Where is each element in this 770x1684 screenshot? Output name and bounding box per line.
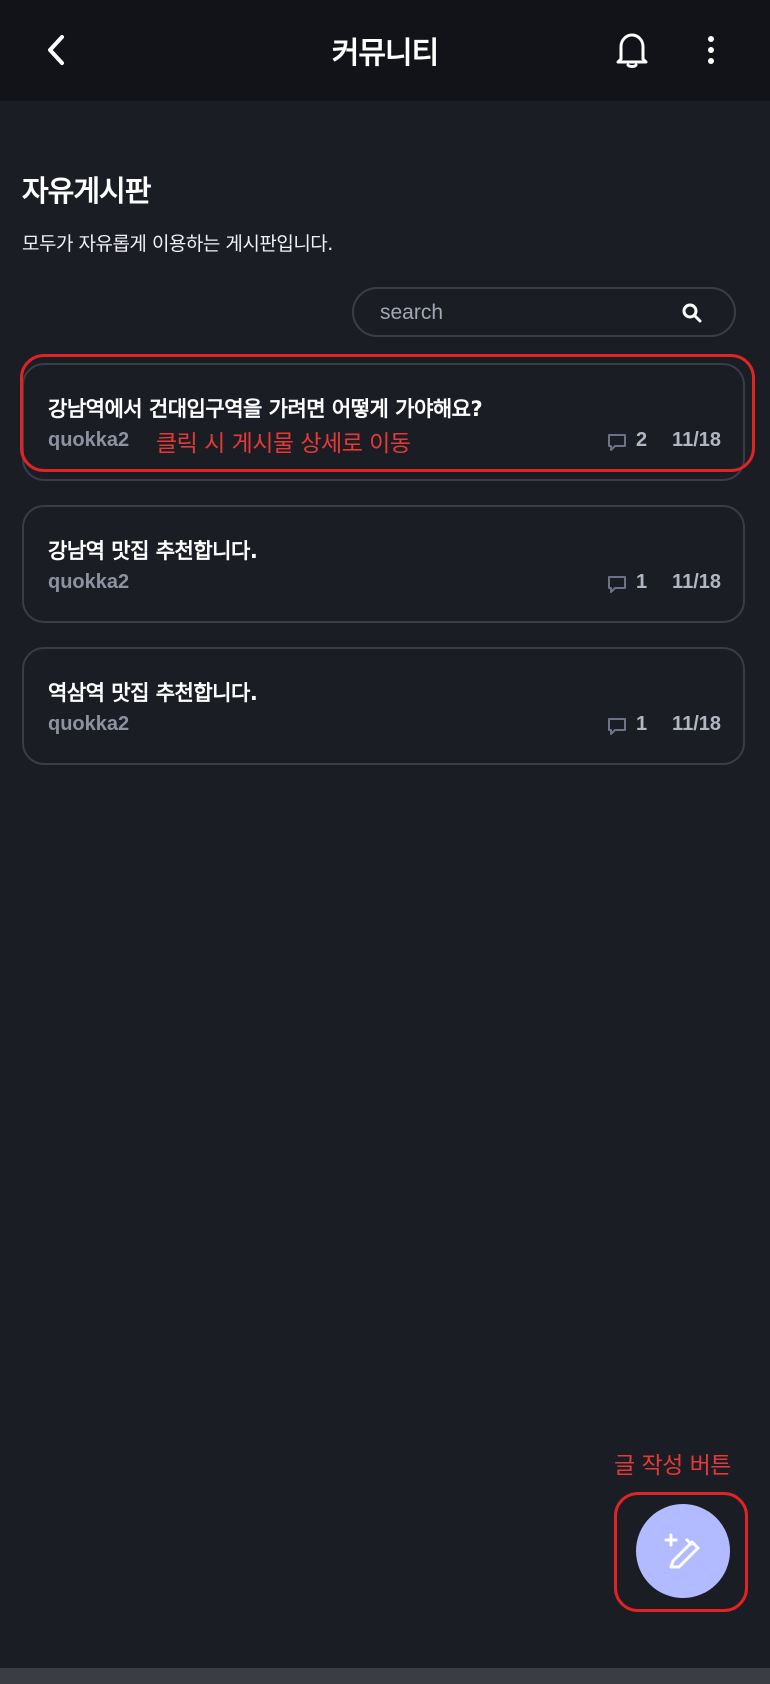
post-item[interactable]: 강남역 맛집 추천합니다. quokka2 1 11/18 [22,505,745,623]
comment-icon [608,576,626,593]
notifications-button[interactable] [612,28,652,72]
post-item[interactable]: 역삼역 맛집 추천합니다. quokka2 1 11/18 [22,647,745,765]
magic-pen-icon [664,1533,700,1569]
bottom-edge [0,1668,770,1684]
search-icon[interactable] [680,301,704,325]
post-author: quokka2 [48,713,130,735]
top-app-bar: 커뮤니티 [0,0,770,101]
page-title: 커뮤니티 [331,36,439,71]
post-comment-count: 2 [636,429,648,451]
write-post-button[interactable] [636,1504,730,1598]
board-title: 자유게시판 [22,174,151,208]
more-options-button[interactable] [696,28,726,72]
post-author: quokka2 [48,571,130,593]
post-comment-count: 1 [636,571,648,593]
annotation-post-click: 클릭 시 게시물 상세로 이동 [156,431,411,457]
search-bar [352,287,736,337]
post-title: 강남역 맛집 추천합니다. [48,539,258,563]
board-description: 모두가 자유롭게 이용하는 게시판입니다. [22,233,333,255]
post-date: 11/18 [672,713,721,735]
post-comment-count: 1 [636,713,648,735]
search-input[interactable] [378,289,682,337]
post-title: 역삼역 맛집 추천합니다. [48,681,258,705]
post-title: 강남역에서 건대입구역을 가려면 어떻게 가야해요? [48,397,483,421]
post-author: quokka2 [48,429,130,451]
post-item[interactable]: 강남역에서 건대입구역을 가려면 어떻게 가야해요? quokka2 2 11/… [22,363,745,481]
more-vertical-icon [708,36,714,64]
comment-icon [608,718,626,735]
comment-icon [608,434,626,451]
post-date: 11/18 [672,571,721,593]
post-date: 11/18 [672,429,721,451]
bell-icon [616,33,648,68]
annotation-write-button: 글 작성 버튼 [614,1453,731,1479]
